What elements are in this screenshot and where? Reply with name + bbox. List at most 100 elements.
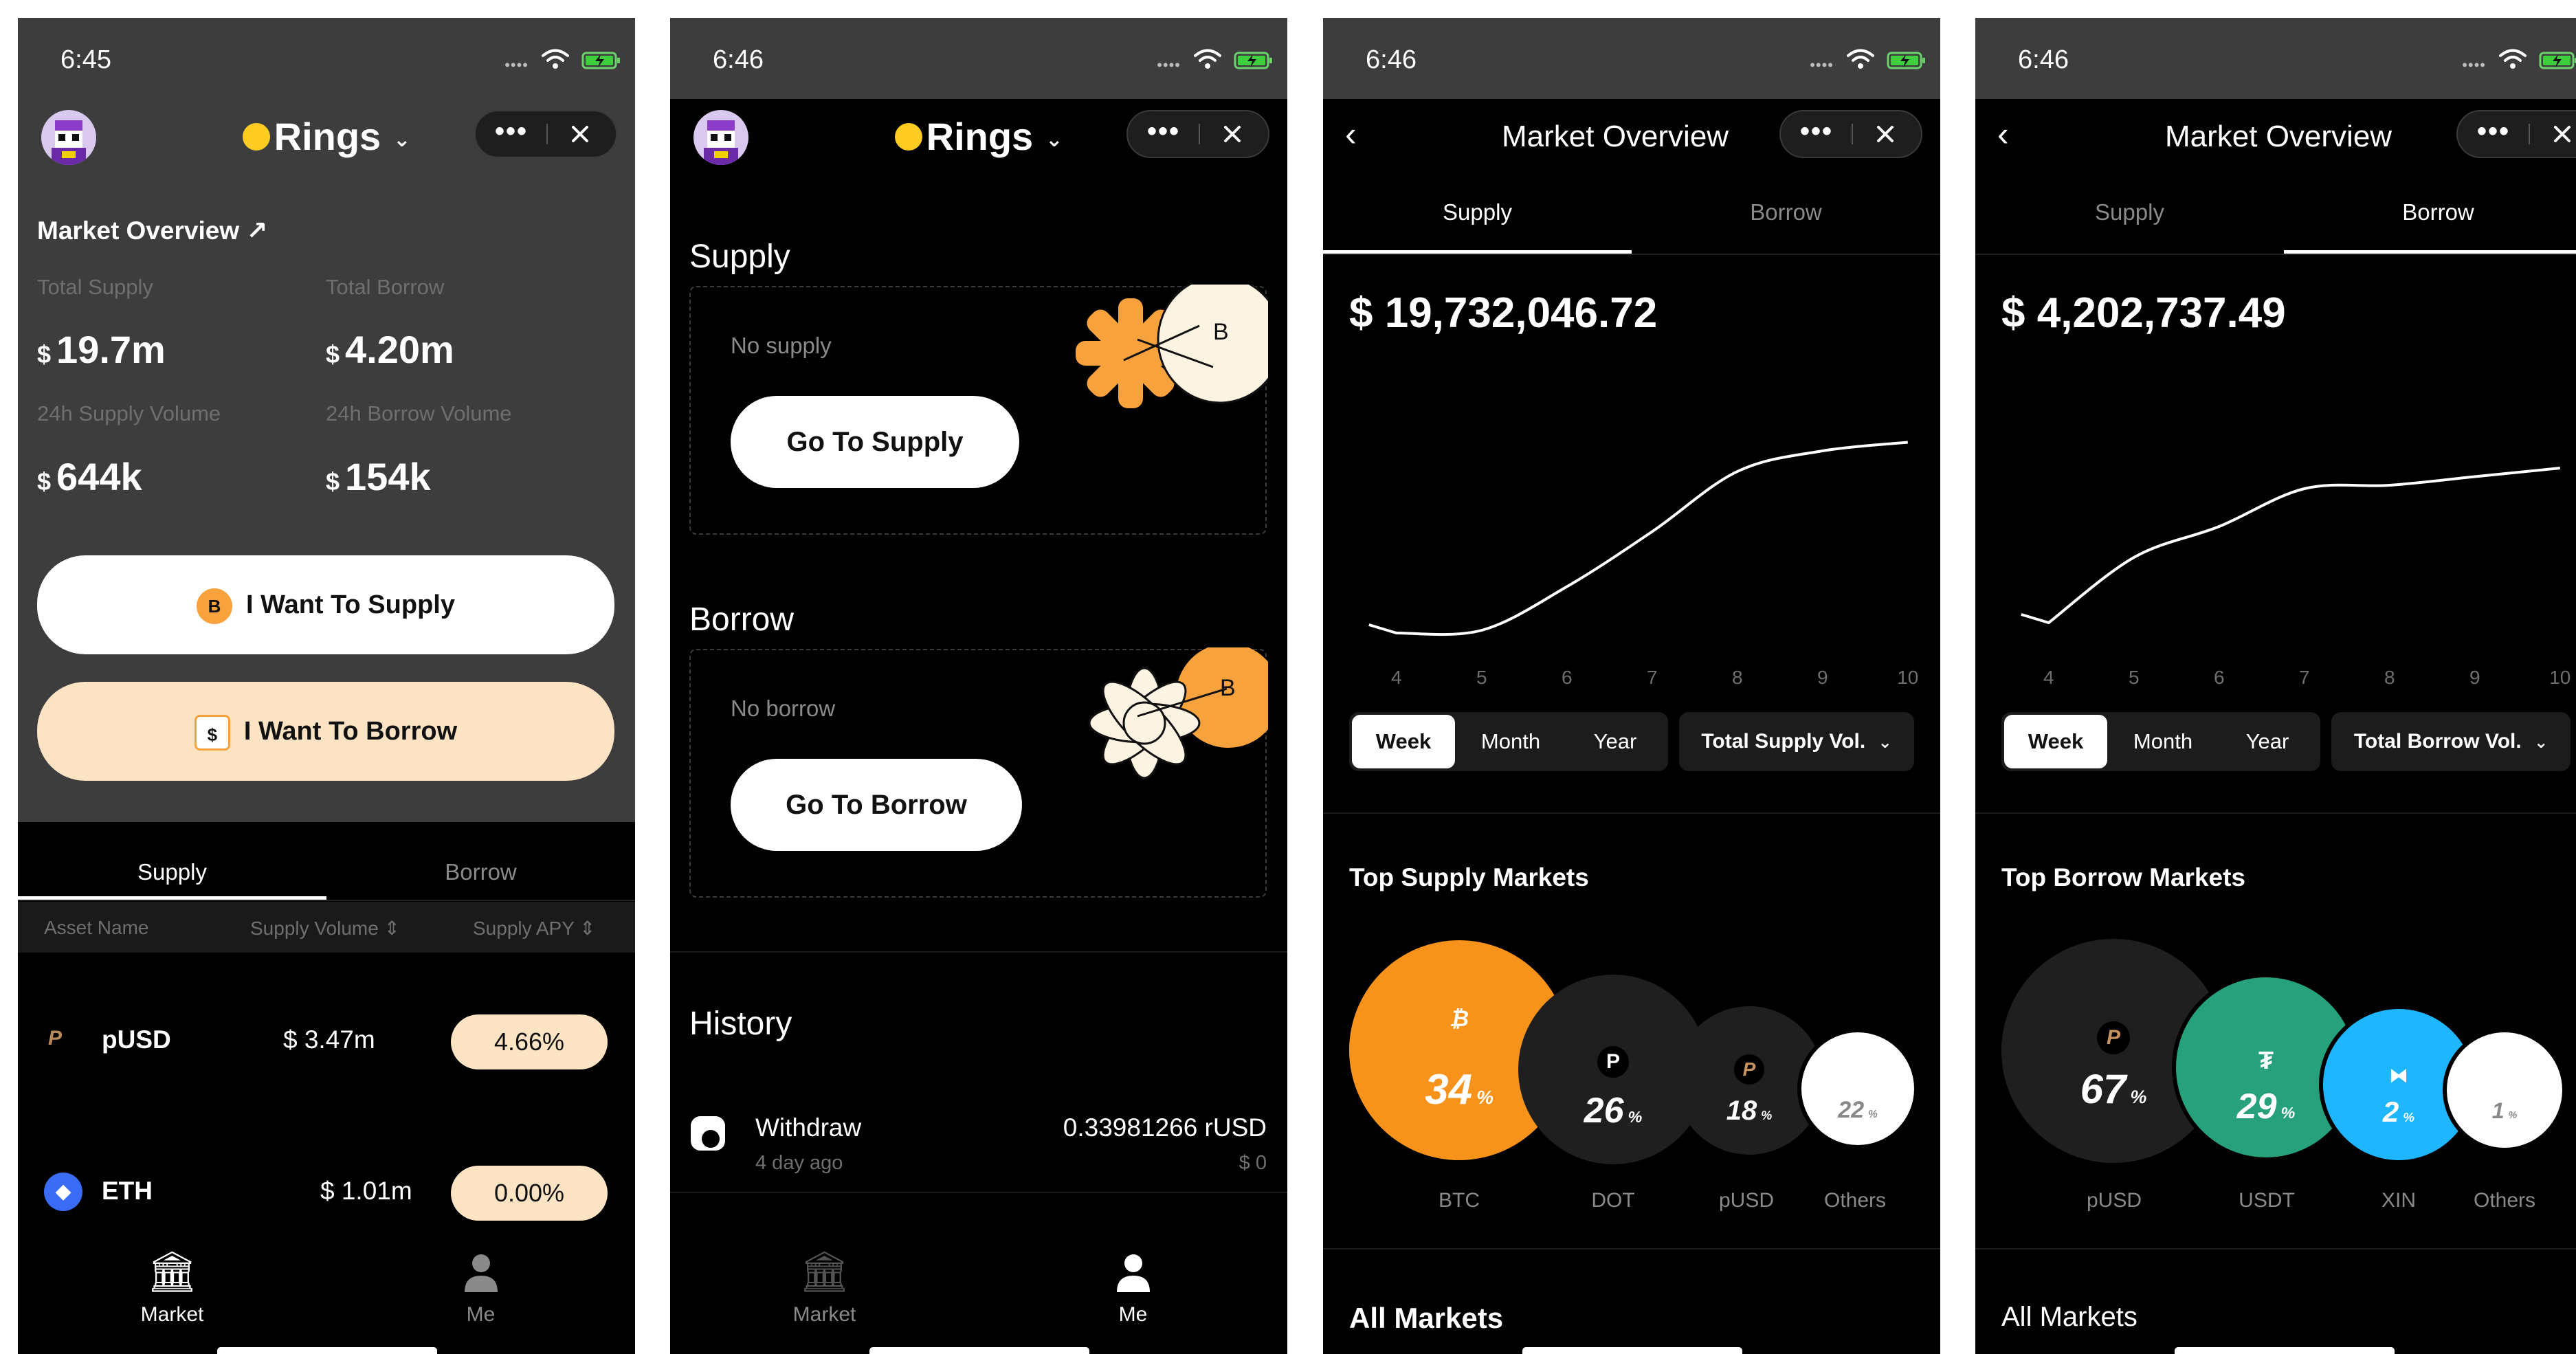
miniapp-capsule: ••• xyxy=(474,110,617,158)
history-item[interactable]: Withdraw 4 day ago 0.33981266 rUSD $ 0 xyxy=(670,1090,1287,1179)
tab-supply[interactable]: Supply xyxy=(18,859,326,885)
range-year[interactable]: Year xyxy=(1564,712,1667,771)
miniapp-capsule: ••• xyxy=(1779,110,1922,158)
empty-text: No borrow xyxy=(731,696,836,721)
bubble-others[interactable]: 22% xyxy=(1797,1028,1918,1149)
more-icon[interactable]: ••• xyxy=(2458,111,2529,157)
bubble-pct-value: 18 xyxy=(1726,1096,1757,1126)
nav-market[interactable]: 🏛 Market xyxy=(670,1251,979,1327)
stat-total-borrow: $4.20m xyxy=(326,327,454,372)
apy-badge: 4.66% xyxy=(451,1014,608,1069)
range-year[interactable]: Year xyxy=(2216,712,2319,771)
chevron-down-icon: ⌄ xyxy=(1045,128,1063,151)
x-tick-label: 9 xyxy=(1817,667,1828,688)
range-month[interactable]: Month xyxy=(1459,712,1562,771)
bubble-label: Others xyxy=(2473,1189,2536,1212)
stat-label: Total Borrow xyxy=(326,275,445,299)
wifi-icon xyxy=(1845,48,1876,70)
battery-icon xyxy=(2539,51,2576,70)
bottom-nav: 🏛 Market Me xyxy=(670,1237,1287,1354)
home-indicator xyxy=(869,1347,1089,1354)
tab-supply[interactable]: Supply xyxy=(1323,199,1632,225)
close-icon xyxy=(2549,120,2576,148)
bubble-label: DOT xyxy=(1591,1189,1635,1212)
supply-volume: $ 1.01m xyxy=(320,1177,412,1205)
supply-volume: $ 3.47m xyxy=(283,1025,375,1054)
currency-symbol: $ xyxy=(326,467,340,496)
total-value: $ 19,732,046.72 xyxy=(1349,289,1658,337)
signal-icon: •••• xyxy=(1810,56,1834,74)
metric-select[interactable]: Total Supply Vol. ⌄ xyxy=(1679,712,1914,771)
sort-icon: ⇕ xyxy=(384,918,401,939)
borrow-button[interactable]: $ I Want To Borrow xyxy=(37,682,614,781)
close-button[interactable] xyxy=(544,111,616,157)
supply-button[interactable]: B I Want To Supply xyxy=(37,555,614,654)
empty-text: No supply xyxy=(731,333,832,358)
x-tick-label: 8 xyxy=(2384,667,2395,688)
divider xyxy=(1975,254,2576,255)
bubble-pct-value: 26 xyxy=(1584,1091,1624,1131)
market-overview-link[interactable]: Market Overview ↗ xyxy=(37,216,267,245)
range-week[interactable]: Week xyxy=(2004,715,2107,768)
battery-icon xyxy=(1887,51,1927,70)
market-overview-borrow-screen: 6:46 •••• ‹ Market Overview ••• Supply B… xyxy=(1975,18,2576,1354)
borrow-illustration-icon: B xyxy=(1088,647,1268,779)
status-bar: 6:46 •••• xyxy=(1323,18,1940,99)
x-tick-label: 6 xyxy=(1562,667,1573,688)
close-button[interactable] xyxy=(2527,111,2576,157)
wifi-icon xyxy=(540,48,570,70)
table-row[interactable]: ◆ ETH $ 1.01m 0.00% xyxy=(18,1159,635,1225)
tab-supply[interactable]: Supply xyxy=(1975,199,2284,225)
metric-select[interactable]: Total Borrow Vol. ⌄ xyxy=(2331,712,2571,771)
divider xyxy=(18,900,635,901)
currency-symbol: $ xyxy=(326,340,340,368)
status-bar: 6:45 •••• xyxy=(18,18,635,99)
hand-coin-icon: $ xyxy=(194,714,230,751)
close-button[interactable] xyxy=(1197,111,1268,157)
home-indicator xyxy=(2175,1347,2395,1354)
more-icon[interactable]: ••• xyxy=(1781,111,1852,157)
go-to-borrow-button[interactable]: Go To Borrow xyxy=(731,759,1022,851)
supply-button-label: I Want To Supply xyxy=(246,590,455,619)
brand-name: Rings xyxy=(274,115,381,158)
history-usd: $ 0 xyxy=(1239,1152,1267,1174)
status-time: 6:46 xyxy=(713,45,764,74)
asset-name: pUSD xyxy=(102,1025,171,1054)
nav-label: Market xyxy=(140,1303,204,1326)
more-icon[interactable]: ••• xyxy=(476,111,547,157)
tab-borrow[interactable]: Borrow xyxy=(2284,199,2576,225)
bubble-others[interactable]: 1% xyxy=(2443,1028,2566,1152)
stat-value: 644k xyxy=(56,455,142,498)
back-icon[interactable]: ‹ xyxy=(1997,114,2009,154)
table-row[interactable]: P pUSD $ 3.47m 4.66% xyxy=(18,1008,635,1074)
battery-icon xyxy=(581,51,621,70)
bubble-pct-value: 29 xyxy=(2236,1087,2277,1127)
bubble-label: USDT xyxy=(2239,1189,2295,1212)
bubble-label: XIN xyxy=(2381,1189,2416,1212)
series-line xyxy=(2021,467,2561,625)
range-week[interactable]: Week xyxy=(1352,715,1455,768)
more-icon[interactable]: ••• xyxy=(1128,111,1199,157)
stat-value: 19.7m xyxy=(56,328,166,371)
stat-supply-volume: $644k xyxy=(37,454,142,499)
bubble-pct-value: 2 xyxy=(2382,1096,2399,1128)
range-month[interactable]: Month xyxy=(2111,712,2214,771)
bubble-label: BTC xyxy=(1439,1189,1480,1212)
status-time: 6:46 xyxy=(2018,45,2069,74)
column-header[interactable]: Supply APY ⇕ xyxy=(473,917,596,940)
rings-logo-icon xyxy=(242,123,270,151)
go-to-supply-button[interactable]: Go To Supply xyxy=(731,396,1019,488)
nav-me[interactable]: Me xyxy=(326,1251,635,1327)
tab-borrow[interactable]: Borrow xyxy=(326,859,635,885)
divider xyxy=(1323,812,1940,814)
back-icon[interactable]: ‹ xyxy=(1345,114,1357,154)
x-tick-label: 10 xyxy=(2549,667,2571,688)
tab-borrow[interactable]: Borrow xyxy=(1632,199,1940,225)
close-button[interactable] xyxy=(1850,111,1921,157)
nav-me[interactable]: Me xyxy=(979,1251,1287,1327)
x-tick-label: 8 xyxy=(1732,667,1743,688)
nav-market[interactable]: 🏛 Market xyxy=(18,1251,326,1327)
status-time: 6:46 xyxy=(1366,45,1417,74)
column-header[interactable]: Supply Volume ⇕ xyxy=(250,917,400,940)
borrow-button-label: I Want To Borrow xyxy=(243,717,458,746)
